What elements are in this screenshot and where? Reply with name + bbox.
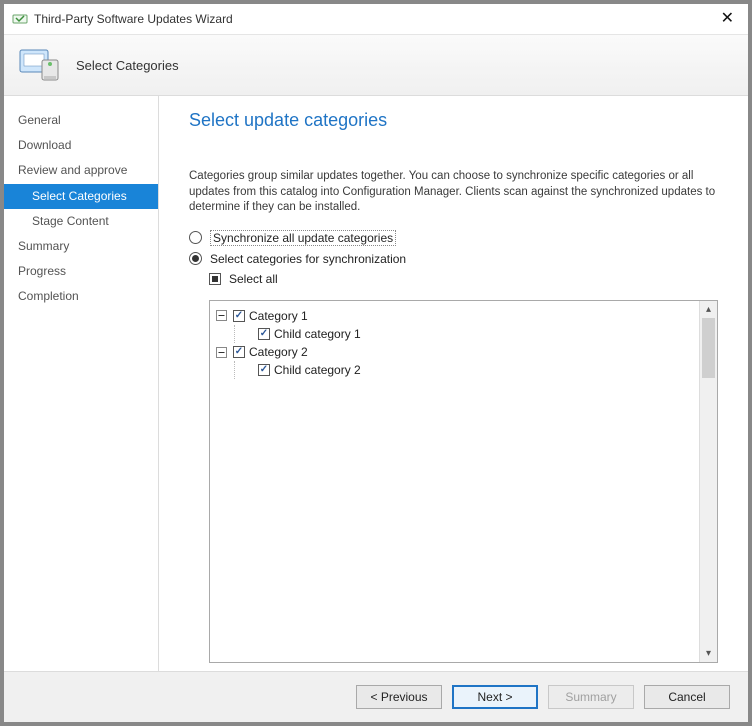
sidebar-item-general[interactable]: General bbox=[4, 108, 158, 133]
tree-children: Child category 1 bbox=[234, 325, 699, 343]
radio-selected-icon bbox=[189, 252, 202, 265]
summary-button: Summary bbox=[548, 685, 634, 709]
scroll-down-icon[interactable]: ▾ bbox=[700, 645, 717, 662]
collapse-icon[interactable] bbox=[216, 310, 227, 321]
previous-button[interactable]: < Previous bbox=[356, 685, 442, 709]
wizard-steps-sidebar: GeneralDownloadReview and approveSelect … bbox=[4, 96, 159, 671]
tree-checkbox[interactable] bbox=[258, 364, 270, 376]
tree-checkbox[interactable] bbox=[258, 328, 270, 340]
radio-sync-all[interactable]: Synchronize all update categories bbox=[189, 230, 718, 246]
radio-sync-all-label: Synchronize all update categories bbox=[210, 230, 396, 246]
wizard-footer: < Previous Next > Summary Cancel bbox=[4, 671, 748, 722]
body: GeneralDownloadReview and approveSelect … bbox=[4, 96, 748, 671]
tree-children: Child category 2 bbox=[234, 361, 699, 379]
tree-checkbox[interactable] bbox=[233, 346, 245, 358]
radio-select-categories[interactable]: Select categories for synchronization bbox=[189, 252, 718, 266]
sidebar-item-completion[interactable]: Completion bbox=[4, 284, 158, 309]
tree-node[interactable]: Category 2 bbox=[216, 343, 699, 361]
page-title: Select update categories bbox=[189, 110, 718, 131]
select-all-label: Select all bbox=[229, 272, 278, 286]
tree-leaf-icon bbox=[241, 365, 252, 376]
radio-select-categories-label: Select categories for synchronization bbox=[210, 252, 406, 266]
tree-node-label: Category 1 bbox=[249, 308, 308, 324]
app-icon bbox=[12, 11, 28, 27]
tree-node-label: Child category 1 bbox=[274, 326, 361, 342]
scroll-thumb[interactable] bbox=[702, 318, 715, 378]
tree-node[interactable]: Child category 1 bbox=[241, 325, 699, 343]
tree-node[interactable]: Category 1 bbox=[216, 307, 699, 325]
collapse-icon[interactable] bbox=[216, 347, 227, 358]
tree-node-label: Category 2 bbox=[249, 344, 308, 360]
category-tree[interactable]: Category 1 Child category 1 Category 2 Chil… bbox=[210, 301, 699, 662]
radio-icon bbox=[189, 231, 202, 244]
window-frame: Third-Party Software Updates Wizard ✕ Se… bbox=[0, 0, 752, 726]
header-band: Select Categories bbox=[4, 35, 748, 96]
sidebar-item-select-categories[interactable]: Select Categories bbox=[4, 184, 158, 209]
window: Third-Party Software Updates Wizard ✕ Se… bbox=[4, 4, 748, 722]
tree-node[interactable]: Child category 2 bbox=[241, 361, 699, 379]
sidebar-item-stage-content[interactable]: Stage Content bbox=[4, 209, 158, 234]
page-description: Categories group similar updates togethe… bbox=[189, 169, 718, 216]
category-selection-block: Select all Category 1Child category 1Cat… bbox=[209, 272, 718, 663]
cancel-button[interactable]: Cancel bbox=[644, 685, 730, 709]
sidebar-item-download[interactable]: Download bbox=[4, 133, 158, 158]
header-subtitle: Select Categories bbox=[76, 58, 179, 73]
window-title: Third-Party Software Updates Wizard bbox=[34, 12, 715, 26]
sidebar-item-progress[interactable]: Progress bbox=[4, 259, 158, 284]
sidebar-item-review-and-approve[interactable]: Review and approve bbox=[4, 158, 158, 183]
sidebar-item-summary[interactable]: Summary bbox=[4, 234, 158, 259]
wizard-icon bbox=[14, 40, 64, 90]
scroll-up-icon[interactable]: ▴ bbox=[700, 301, 717, 318]
tree-node-label: Child category 2 bbox=[274, 362, 361, 378]
tree-scrollbar[interactable]: ▴ ▾ bbox=[699, 301, 717, 662]
close-button[interactable]: ✕ bbox=[715, 11, 740, 27]
next-button[interactable]: Next > bbox=[452, 685, 538, 709]
select-all-row[interactable]: Select all bbox=[209, 272, 718, 286]
titlebar: Third-Party Software Updates Wizard ✕ bbox=[4, 4, 748, 35]
category-tree-container: Category 1 Child category 1 Category 2 Chil… bbox=[209, 300, 718, 663]
content-pane: Select update categories Categories grou… bbox=[159, 96, 748, 671]
tree-leaf-icon bbox=[241, 328, 252, 339]
tree-checkbox[interactable] bbox=[233, 310, 245, 322]
select-all-checkbox[interactable] bbox=[209, 273, 221, 285]
